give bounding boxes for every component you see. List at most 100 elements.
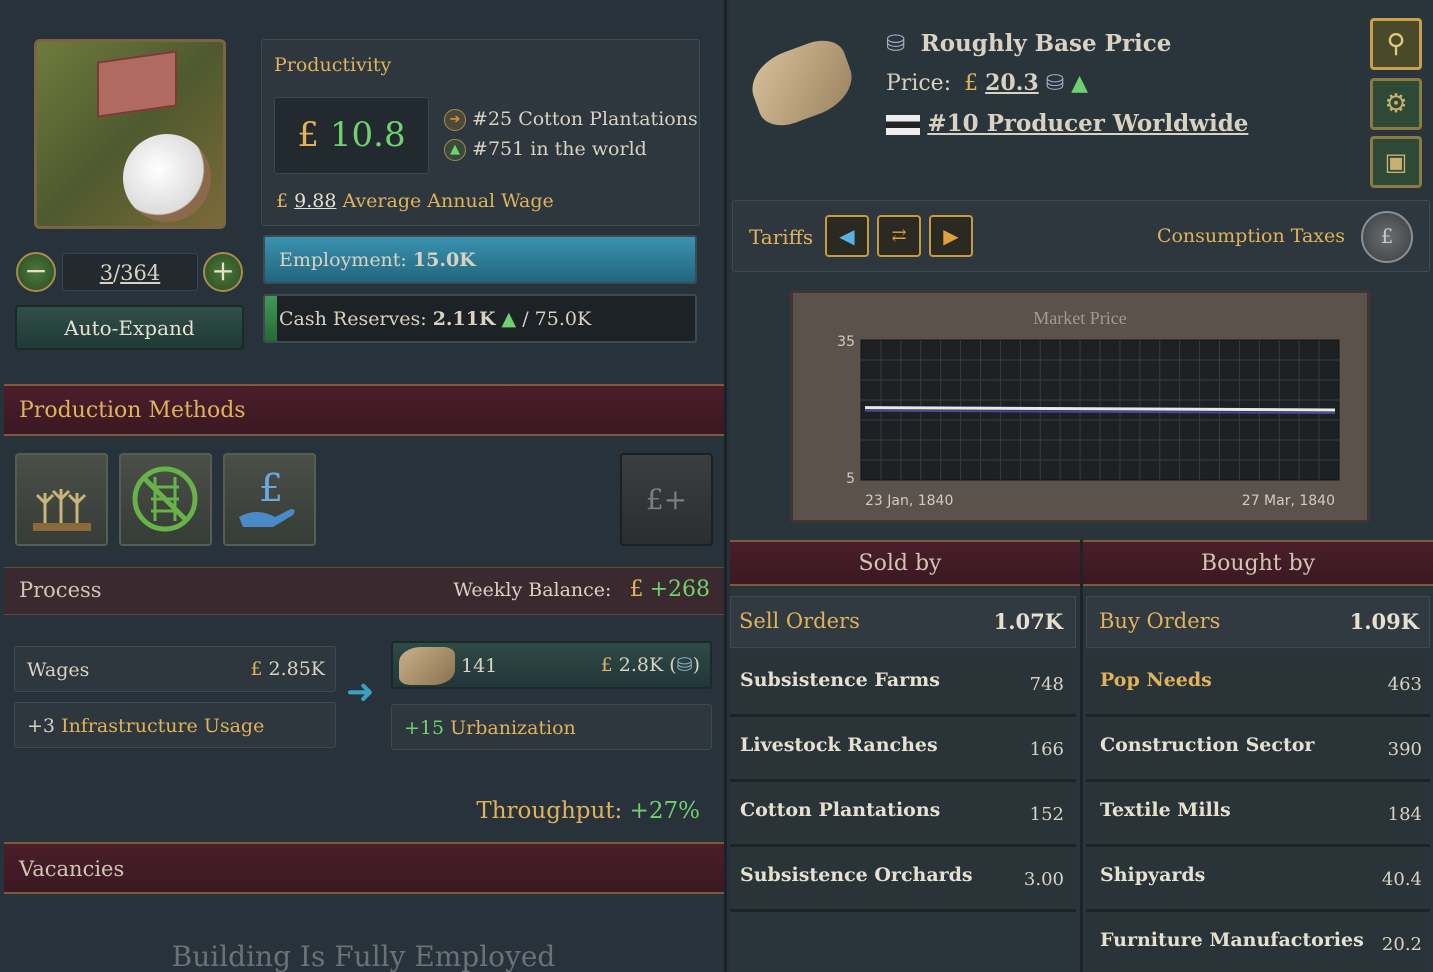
buyer-name: Construction Sector	[1100, 734, 1315, 756]
payment-hand-icon: £	[239, 466, 295, 527]
urbanization-value: +15	[404, 717, 445, 739]
productivity-value-box: £ 10.8	[274, 97, 429, 174]
svg-text:£: £	[259, 466, 283, 510]
buyer-value: 20.2	[1381, 934, 1422, 955]
right-column: ⛁ Roughly Base Price Price: £ 20.3 ⛁ ▲ #…	[730, 0, 1433, 972]
left-column: − 3/364 + Auto-Expand Productivity £ 10.…	[0, 0, 727, 972]
buyer-row[interactable]: Shipyards 40.4	[1086, 847, 1430, 912]
employment-bar[interactable]: Employment: 15.0K	[263, 235, 697, 284]
process-header: Process Weekly Balance: £ +268	[4, 567, 724, 615]
lock-pound-icon: £	[1380, 224, 1394, 248]
throughput-value: +27%	[629, 798, 700, 824]
seller-value: 152	[1029, 804, 1064, 825]
pm-extra-button[interactable]: £+	[620, 453, 713, 546]
urbanization-label: Urbanization	[450, 717, 576, 739]
cash-value: 2.11K	[432, 308, 496, 330]
buy-orders-row[interactable]: Buy Orders 1.09K	[1086, 596, 1430, 648]
infrastructure-row[interactable]: +3 Infrastructure Usage	[14, 702, 336, 748]
trade-button[interactable]: ▣	[1370, 136, 1422, 188]
producer-rank: #10 Producer Worldwide	[927, 110, 1249, 137]
producer-rank-row[interactable]: #10 Producer Worldwide	[886, 110, 1248, 137]
buyer-row[interactable]: Construction Sector 390	[1086, 717, 1430, 782]
consumption-taxes-label: Consumption Taxes	[1156, 225, 1345, 247]
currency-symbol: £	[297, 115, 320, 155]
sell-orders-label: Sell Orders	[739, 609, 860, 633]
process-title: Process	[19, 578, 102, 602]
chart-y-tick: 5	[846, 471, 855, 487]
pm-farming-button[interactable]	[15, 453, 108, 546]
wage-currency: £	[276, 190, 289, 212]
decrease-level-button[interactable]: −	[16, 252, 56, 292]
cash-label: Cash Reserves:	[279, 308, 427, 330]
buyer-row[interactable]: Furniture Manufactories 20.2	[1086, 912, 1430, 972]
buy-orders-value: 1.09K	[1349, 609, 1419, 634]
seller-row[interactable]: Subsistence Farms 748	[730, 652, 1076, 717]
output-row[interactable]: 141 £ 2.8K (⛁)	[391, 641, 712, 689]
price-coins-icon: ⛁	[1045, 71, 1065, 96]
buyer-value: 463	[1387, 674, 1422, 695]
increase-level-button[interactable]: +	[203, 252, 243, 292]
chart-title: Market Price	[1033, 308, 1126, 328]
vacancies-header: Vacancies	[4, 842, 724, 894]
weekly-balance-label: Weekly Balance:	[453, 579, 612, 601]
tariff-import-button[interactable]: ◀	[825, 215, 869, 257]
no-railway-icon	[132, 466, 198, 532]
buyer-name: Textile Mills	[1100, 799, 1231, 821]
balance-currency: £	[629, 577, 644, 602]
seller-row[interactable]: Livestock Ranches 166	[730, 717, 1076, 782]
price-up-icon: ▲	[1071, 71, 1089, 96]
tariff-neutral-button[interactable]: ⇄	[877, 215, 921, 257]
wages-row[interactable]: Wages £ 2.85K	[14, 646, 336, 692]
auto-expand-button[interactable]: Auto-Expand	[15, 305, 244, 350]
throughput-label: Throughput:	[476, 798, 623, 824]
seller-name: Subsistence Farms	[740, 669, 940, 691]
coins-icon: ⛁	[676, 654, 693, 676]
buy-orders-label: Buy Orders	[1099, 609, 1221, 633]
rank-world-label: in the world	[530, 138, 647, 160]
price-row: Price: £ 20.3 ⛁ ▲	[886, 70, 1088, 96]
productivity-value: 10.8	[329, 115, 406, 155]
productivity-title: Productivity	[274, 54, 392, 76]
level-max: 364	[120, 261, 161, 285]
flag-icon	[886, 115, 920, 135]
buyer-value: 40.4	[1381, 869, 1422, 890]
cotton-icon	[123, 134, 211, 222]
consumption-taxes-button[interactable]: £	[1361, 211, 1413, 263]
pound-plus-icon: £+	[645, 483, 688, 516]
minus-icon: −	[24, 254, 48, 287]
search-button[interactable]: ⚲	[1370, 18, 1422, 70]
market-column-divider	[1080, 540, 1083, 972]
buyer-name: Furniture Manufactories	[1100, 929, 1364, 951]
settings-button[interactable]: ⚙	[1370, 78, 1422, 130]
output-value: 2.8K	[618, 654, 664, 676]
wages-label: Wages	[27, 659, 90, 681]
sold-by-header: Sold by	[730, 540, 1080, 586]
buyer-row[interactable]: Pop Needs 463	[1086, 652, 1430, 717]
average-wage-row: £ 9.88 Average Annual Wage	[276, 190, 554, 212]
buyer-row[interactable]: Textile Mills 184	[1086, 782, 1430, 847]
rank-good-row: ➔ #25 Cotton Plantations	[444, 108, 698, 131]
vacancies-title: Vacancies	[19, 857, 125, 881]
base-price-label: Roughly Base Price	[920, 30, 1172, 57]
cash-reserves-fill	[265, 296, 278, 341]
price-currency: £	[964, 71, 979, 96]
cash-reserves-bar[interactable]: Cash Reserves: 2.11K ▲ / 75.0K	[263, 294, 697, 343]
wage-label: Average Annual Wage	[342, 190, 554, 212]
urbanization-row[interactable]: +15 Urbanization	[391, 704, 712, 750]
productivity-panel: Productivity £ 10.8 ➔ #25 Cotton Plantat…	[261, 39, 700, 226]
cash-up-arrow-icon: ▲	[501, 308, 517, 330]
seller-row[interactable]: Cotton Plantations 152	[730, 782, 1076, 847]
weekly-balance: Weekly Balance: £ +268	[453, 577, 710, 602]
pm-payment-button[interactable]: £	[223, 453, 316, 546]
rank-world-prefix: #751	[472, 138, 525, 160]
rank-good-prefix: #25	[472, 108, 513, 130]
sell-orders-row[interactable]: Sell Orders 1.07K	[730, 596, 1076, 648]
tariff-export-button[interactable]: ▶	[929, 215, 973, 257]
seller-row[interactable]: Subsistence Orchards 3.00	[730, 847, 1076, 912]
wage-value: 9.88	[294, 190, 337, 212]
crate-icon: ▣	[1384, 148, 1408, 176]
throughput[interactable]: Throughput: +27%	[476, 798, 700, 824]
pm-no-railway-button[interactable]	[119, 453, 212, 546]
infrastructure-label: Infrastructure Usage	[61, 715, 265, 737]
employment-label: Employment:	[279, 249, 407, 271]
